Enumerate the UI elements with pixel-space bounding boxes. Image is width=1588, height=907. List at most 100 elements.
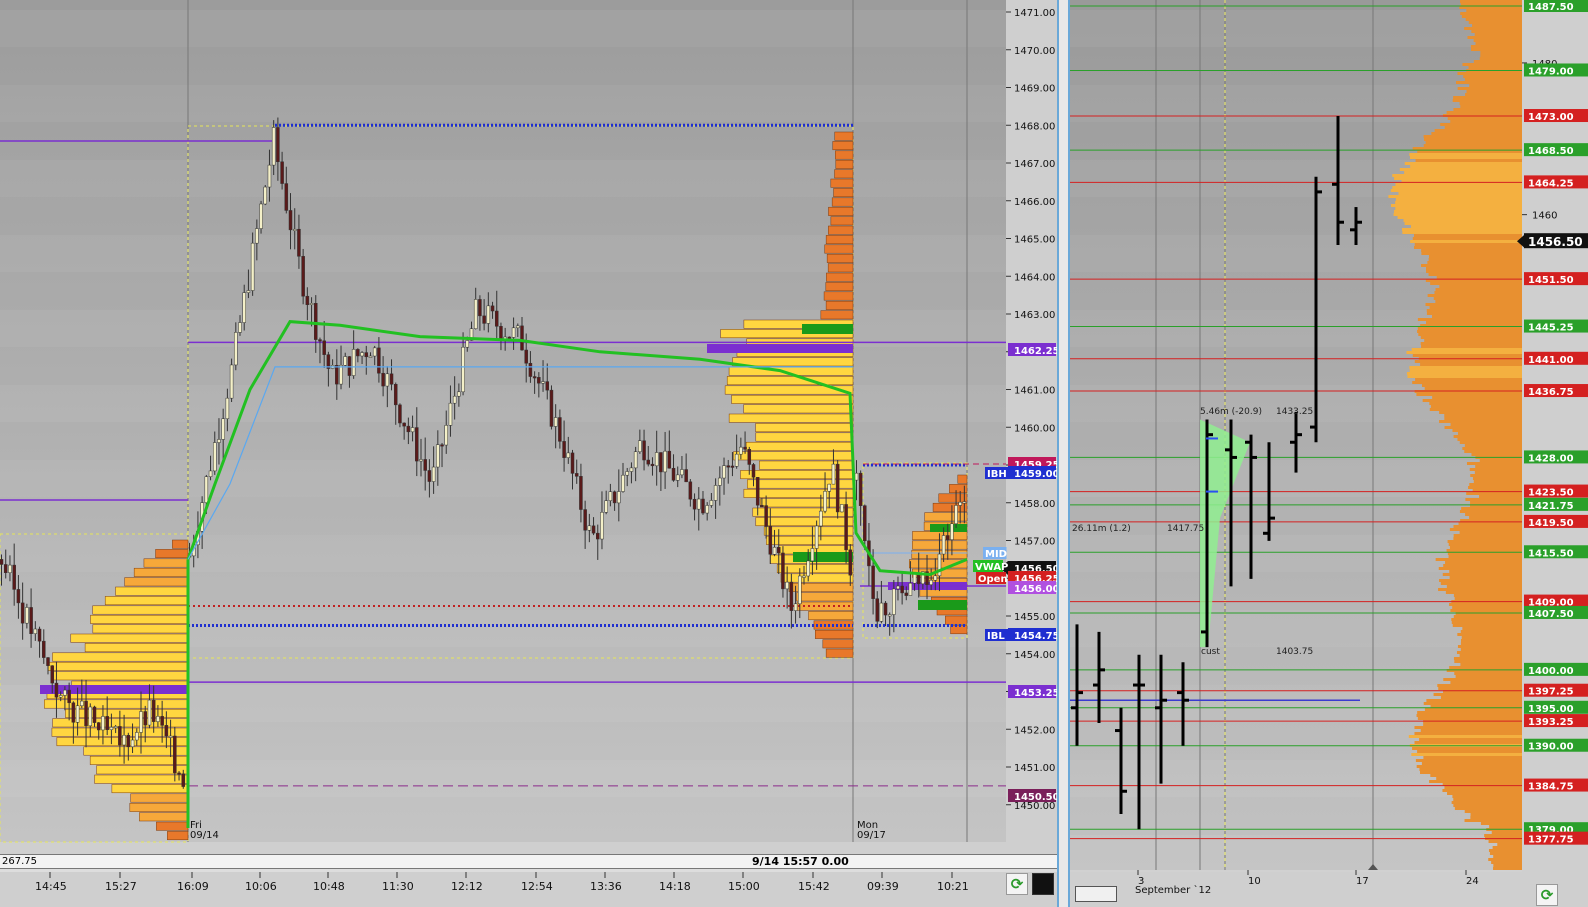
candle-body [356, 349, 360, 357]
candle-body [297, 228, 301, 257]
candle-body [160, 716, 164, 726]
volume-profile-bar [832, 141, 854, 151]
candle-body [600, 512, 604, 540]
volume-profile-bar [732, 357, 854, 367]
volume-profile-bar [825, 648, 854, 658]
daily-price-level-tag-label: 1421.75 [1528, 501, 1574, 512]
daily-volume-profile-bar [1453, 657, 1522, 660]
daily-volume-profile-bar [1459, 531, 1522, 534]
candle-body [772, 547, 777, 555]
candle-body [80, 700, 84, 707]
candle-body [751, 464, 756, 478]
time-tick-label: 16:09 [177, 880, 209, 893]
daily-volume-profile-bar [1409, 369, 1522, 372]
daily-chart[interactable]: 5.46m (-20.9) 1433.25 26.11m (1.2) 1417.… [1070, 0, 1588, 907]
daily-volume-profile-bar [1416, 393, 1522, 396]
chart-toggle-button-left[interactable] [1032, 873, 1054, 895]
date-label-mon: 09/17 [857, 830, 886, 841]
refresh-button-right[interactable]: ⟳ [1536, 884, 1558, 906]
price-tick-label: 1455.00 [1014, 612, 1055, 623]
intraday-chart-pane[interactable]: 1471.00 1470.00 1469.00 1468.00 1467.00 1466.… [0, 0, 1057, 907]
price-tick-label: 1461.00 [1014, 386, 1055, 397]
date-navigation-field[interactable] [1075, 886, 1117, 902]
candle-body [276, 127, 280, 163]
pane-splitter[interactable] [1057, 0, 1070, 907]
daily-volume-profile-bar [1422, 399, 1522, 402]
daily-volume-profile-bar [1417, 711, 1522, 714]
price-level-tag-label: 1450.50 [1014, 792, 1057, 803]
daily-volume-profile-bar [1462, 447, 1522, 450]
volume-profile-bar [743, 404, 854, 414]
daily-volume-profile-bar [1447, 540, 1522, 543]
daily-volume-profile-bar [1417, 717, 1522, 720]
daily-volume-profile-bar [1465, 513, 1522, 516]
candle-body [646, 459, 651, 465]
candle-body [225, 397, 230, 420]
daily-chart-pane[interactable]: 5.46m (-20.9) 1433.25 26.11m (1.2) 1417.… [1070, 0, 1588, 907]
daily-volume-profile-bar [1451, 801, 1522, 804]
daily-volume-profile-bar [1415, 759, 1522, 762]
refresh-button-left[interactable]: ⟳ [1006, 873, 1028, 895]
candle-body [954, 505, 958, 525]
candle-body [385, 373, 390, 387]
daily-volume-profile-bar [1466, 492, 1522, 495]
candle-body [16, 589, 21, 604]
candle-body [798, 575, 802, 605]
daily-volume-profile-bar [1443, 564, 1522, 567]
candle-body [612, 491, 617, 504]
daily-volume-profile-bar [1452, 99, 1522, 102]
price-level-tag-label: 1459.00 [1014, 469, 1057, 480]
daily-volume-profile-bar [1446, 585, 1522, 588]
daily-volume-profile-bar [1454, 660, 1522, 663]
background-band [0, 10, 1006, 47]
daily-volume-profile-bar [1465, 498, 1522, 501]
daily-volume-profile-bar [1480, 54, 1522, 57]
daily-volume-profile-bar [1451, 618, 1522, 621]
daily-volume-profile-bar [1394, 210, 1522, 213]
candle-body [848, 549, 853, 576]
daily-volume-profile-bar [1473, 480, 1522, 483]
prior-volume-profile-bar [52, 652, 189, 662]
candle-body [444, 425, 448, 446]
daily-volume-profile-bar [1438, 588, 1522, 591]
candle-body [583, 509, 587, 531]
candle-body [42, 640, 46, 658]
candle-body [516, 325, 520, 329]
daily-price-level-tag-label: 1451.50 [1528, 275, 1574, 286]
daily-volume-profile-bar [1436, 777, 1522, 780]
daily-volume-profile-bar [1439, 420, 1522, 423]
price-tick-label: 1471.00 [1014, 8, 1055, 19]
background-band [0, 235, 1006, 272]
candle-body [280, 161, 284, 184]
daily-volume-profile-bar [1459, 102, 1522, 105]
volume-profile-bar [825, 282, 854, 292]
daily-volume-profile-bar [1410, 156, 1522, 159]
daily-volume-profile-bar [1484, 834, 1522, 837]
candle-body [143, 711, 147, 726]
daily-volume-profile-bar [1425, 303, 1522, 306]
volume-profile-bar [755, 423, 854, 433]
candle-body [562, 441, 566, 458]
candle-body [650, 463, 655, 467]
candle-body [204, 476, 209, 503]
daily-volume-profile-bar [1453, 594, 1522, 597]
daily-volume-profile-bar [1452, 606, 1522, 609]
daily-volume-profile-bar [1474, 471, 1522, 474]
daily-volume-profile-bar [1440, 582, 1522, 585]
daily-volume-profile-bar [1419, 768, 1522, 771]
daily-volume-profile-bar [1426, 321, 1522, 324]
candle-body [448, 402, 453, 426]
daily-price-level-tag-label: 1487.50 [1528, 2, 1574, 13]
daily-volume-profile-bar [1424, 339, 1522, 342]
daily-volume-profile-bar [1460, 663, 1522, 666]
daily-volume-profile-bar [1471, 30, 1522, 33]
daily-volume-profile-bar [1413, 234, 1522, 237]
daily-volume-profile-bar [1440, 123, 1522, 126]
volume-profile-bar [808, 611, 854, 621]
daily-volume-profile-bar [1457, 72, 1522, 75]
daily-price-level-tag-label: 1479.00 [1528, 66, 1574, 77]
candle-body [419, 459, 423, 462]
intraday-chart[interactable]: 1471.00 1470.00 1469.00 1468.00 1467.00 1466.… [0, 0, 1057, 907]
candle-body [511, 327, 516, 338]
candle-body [20, 602, 25, 624]
